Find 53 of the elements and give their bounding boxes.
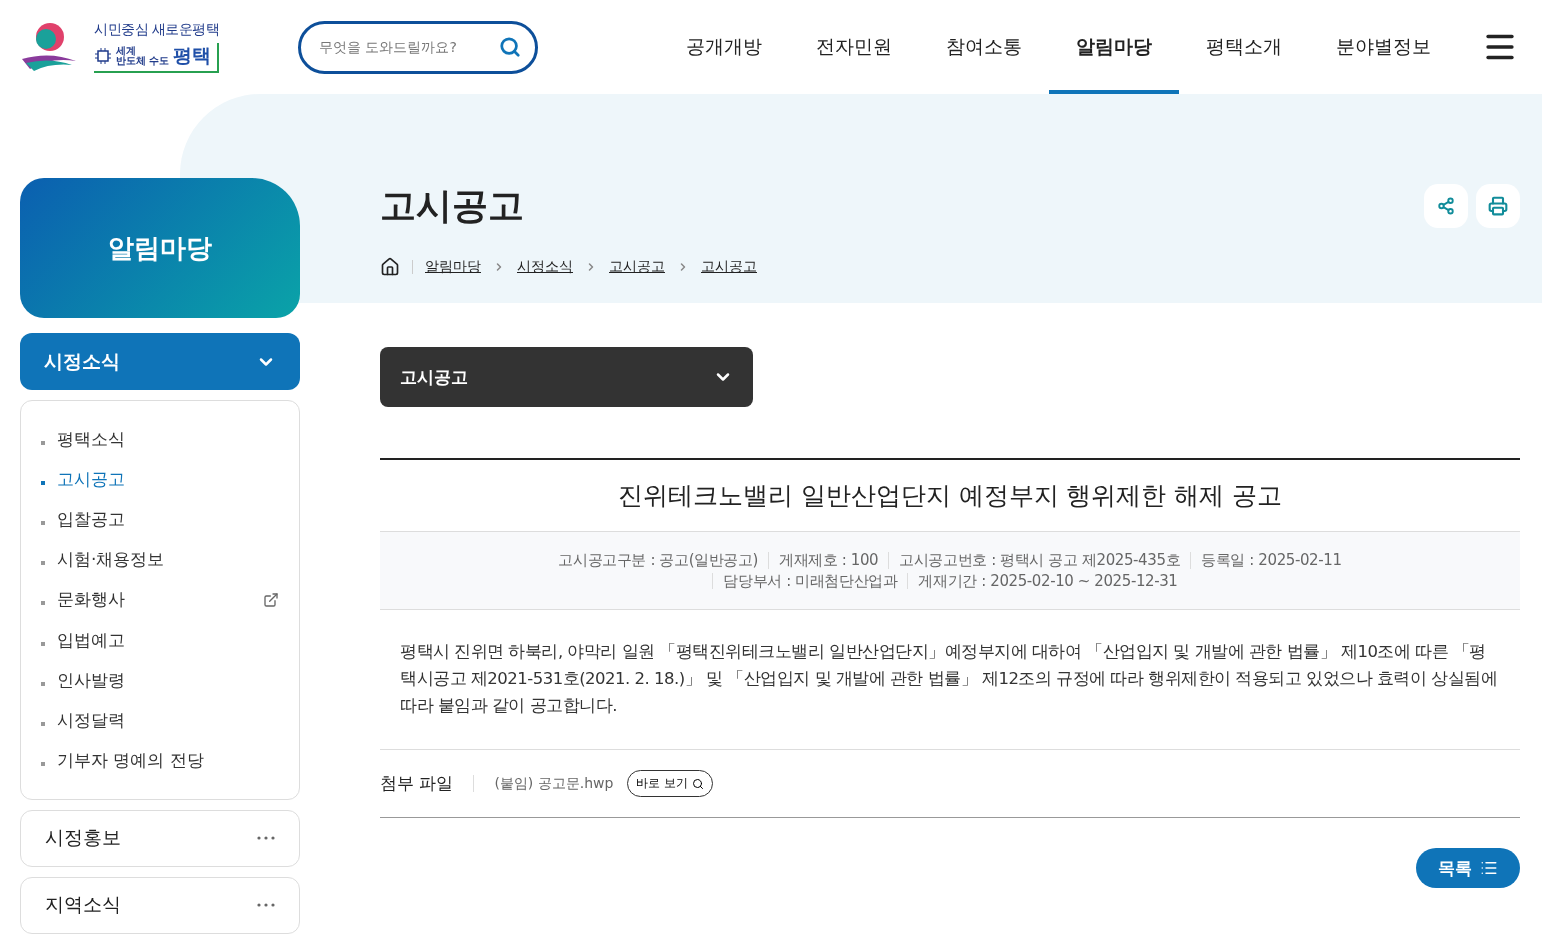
breadcrumb-link[interactable]: 시정소식	[517, 258, 573, 276]
city-name: 평택	[173, 43, 212, 68]
submenu-item[interactable]: 시험·채용정보	[41, 539, 279, 580]
sidebar-menu[interactable]: 시정소식	[20, 333, 300, 390]
list-button[interactable]: 목록	[1416, 848, 1520, 888]
breadcrumb-link[interactable]: 알림마당	[425, 258, 481, 276]
nav-tab[interactable]: 참여소통	[919, 0, 1049, 94]
logo-slogan: 시민중심 새로운평택	[94, 21, 220, 39]
submenu-item[interactable]: 기부자 명예의 전당	[41, 740, 279, 781]
breadcrumb-link[interactable]: 고시공고	[701, 258, 757, 276]
list-icon	[1480, 859, 1498, 877]
sidebar-menu[interactable]: 시정홍보	[20, 809, 300, 867]
article-body: 평택시 진위면 하북리, 야막리 일원 「평택진위테크노밸리 일반산업단지」예정부지에 대하여 「산업입지 및 개발에 관한 법률」 제10조에 따른 「평택시공고 제2021-531호(2021. 2. 18.)」 및 「산업입지 및 개발에 관한 법률」 제12조의 규정에 따라 행위제한이 적용되고 있었으나 효력이 상실됨에 따라 붙임과 같이 공고합니다.	[380, 610, 1520, 750]
share-icon	[1437, 197, 1455, 215]
search-icon	[692, 777, 705, 790]
submenu-item[interactable]: 고시공고	[41, 459, 279, 500]
nav-tab[interactable]: 평택소개	[1179, 0, 1309, 94]
sidebar-title: 알림마당	[20, 178, 300, 318]
share-button[interactable]	[1424, 184, 1468, 228]
submenu-item[interactable]: 입법예고	[41, 619, 279, 661]
attachment-file: (붙임) 공고문.hwp	[494, 774, 614, 793]
meta-item: 고시공고구분 : 공고(일반공고)	[557, 552, 759, 569]
print-button[interactable]	[1476, 184, 1520, 228]
badge-text: 세계	[116, 46, 136, 56]
category-select[interactable]: 고시공고	[380, 347, 753, 407]
meta-item: 담당부서 : 미래첨단산업과	[712, 572, 908, 589]
printer-icon	[1488, 196, 1508, 216]
preview-button[interactable]: 바로 보기	[627, 770, 714, 797]
attachment-label: 첨부 파일	[380, 775, 475, 792]
meta-item: 고시공고번호 : 평택시 공고 제2025-435호	[888, 552, 1191, 569]
submenu-item[interactable]: 인사발령	[41, 660, 279, 701]
nav-tab[interactable]: 분야별정보	[1309, 0, 1458, 94]
badge-text: 반도체 수도	[116, 56, 170, 66]
meta-item: 게재제호 : 100	[767, 552, 889, 569]
breadcrumb-link[interactable]: 고시공고	[609, 258, 665, 276]
search-bar[interactable]: 무엇을 도와드릴까요?	[298, 20, 538, 74]
home-icon[interactable]	[380, 257, 400, 277]
meta-item: 등록일 : 2025-02-11	[1190, 552, 1352, 569]
search-icon[interactable]	[499, 36, 521, 58]
nav-tab[interactable]: 공개개방	[659, 0, 789, 94]
more-icon	[257, 836, 275, 841]
submenu-item[interactable]: 시정달력	[41, 700, 279, 741]
meta-item: 게재기간 : 2025-02-10 ~ 2025-12-31	[907, 572, 1188, 589]
external-link-icon	[263, 591, 279, 608]
more-icon	[257, 903, 275, 908]
sidebar-menu[interactable]: 지역소식	[20, 876, 300, 934]
nav-tab[interactable]: 알림마당	[1049, 0, 1179, 94]
page-title: 고시공고	[380, 184, 524, 228]
chip-icon	[94, 47, 112, 65]
nav-tab[interactable]: 전자민원	[789, 0, 919, 94]
submenu-item[interactable]: 문화행사	[41, 579, 279, 620]
submenu-item[interactable]: 입찰공고	[41, 499, 279, 540]
submenu-item[interactable]: 평택소식	[41, 419, 279, 460]
